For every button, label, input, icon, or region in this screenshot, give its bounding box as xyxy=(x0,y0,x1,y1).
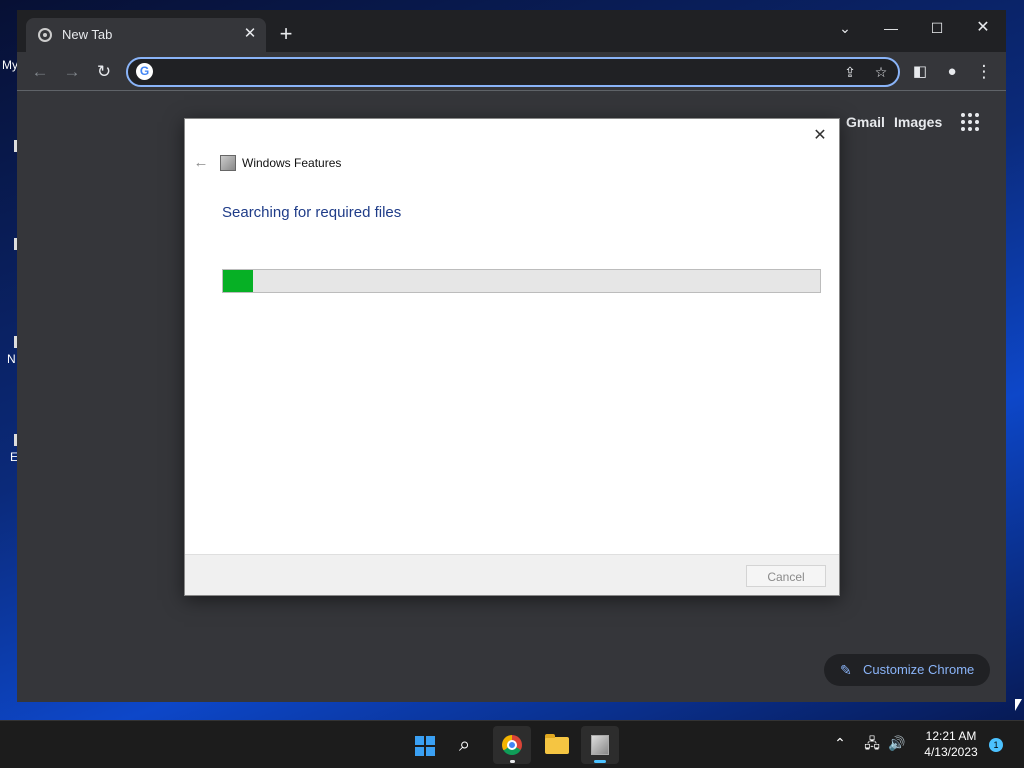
windows-features-dialog: ✕ ← Windows Features Searching for requi… xyxy=(184,118,840,596)
chrome-titlebar: New Tab ✕ + ⌄ — ☐ ✕ xyxy=(17,10,1006,52)
windows-features-icon xyxy=(220,155,236,171)
folder-icon xyxy=(545,734,569,754)
search-icon: ⌕ xyxy=(459,734,471,756)
windows-logo-icon xyxy=(415,736,435,756)
back-arrow-icon[interactable]: ← xyxy=(191,153,211,173)
desktop-icon-label[interactable]: My xyxy=(2,58,18,72)
dialog-heading: Searching for required files xyxy=(222,204,402,221)
progress-bar xyxy=(222,269,821,293)
chrome-favicon-icon xyxy=(38,28,52,42)
volume-icon[interactable]: 🔊 xyxy=(887,733,907,753)
maximize-button[interactable]: ☐ xyxy=(922,16,952,40)
more-menu-icon[interactable]: ⋮ xyxy=(972,60,996,84)
share-icon[interactable]: ⇪ xyxy=(840,62,860,82)
tab-title: New Tab xyxy=(62,27,113,42)
reload-button[interactable]: ↻ xyxy=(92,60,116,84)
taskbar-chrome[interactable] xyxy=(493,726,531,764)
profile-icon[interactable]: ● xyxy=(940,60,964,84)
running-indicator xyxy=(510,760,515,763)
clock[interactable]: 12:21 AM 4/13/2023 xyxy=(916,728,986,760)
close-window-button[interactable]: ✕ xyxy=(968,16,998,40)
bookmark-star-icon[interactable]: ☆ xyxy=(871,62,891,82)
taskbar: ⌕ ⌃ 🖧 🔊 12:21 AM 4/13/2023 1 xyxy=(0,720,1024,768)
search-button[interactable]: ⌕ xyxy=(449,726,487,764)
address-bar[interactable]: G ⇪ ☆ xyxy=(126,57,900,87)
pencil-icon: ✎ xyxy=(840,662,852,678)
back-button[interactable]: ← xyxy=(28,60,52,84)
cancel-button[interactable]: Cancel xyxy=(746,565,826,587)
active-indicator xyxy=(594,760,606,763)
tab-search-chevron-icon[interactable]: ⌄ xyxy=(830,16,860,40)
dialog-close-icon[interactable]: ✕ xyxy=(807,123,833,149)
new-tab-button[interactable]: + xyxy=(275,23,297,45)
start-button[interactable] xyxy=(405,726,443,764)
clock-date: 4/13/2023 xyxy=(924,745,978,759)
google-apps-icon[interactable] xyxy=(961,113,979,131)
customize-chrome-button[interactable]: ✎ Customize Chrome xyxy=(824,654,990,686)
taskbar-file-explorer[interactable] xyxy=(537,726,575,764)
progress-fill xyxy=(223,270,253,292)
taskbar-windows-features[interactable] xyxy=(581,726,619,764)
side-panel-icon[interactable]: ◧ xyxy=(908,60,932,84)
browser-toolbar: ← → ↻ G ⇪ ☆ ◧ ● ⋮ xyxy=(17,52,1006,91)
clock-time: 12:21 AM xyxy=(925,729,977,743)
google-icon: G xyxy=(136,63,153,80)
dialog-footer: Cancel xyxy=(185,554,839,595)
desktop-icon-label[interactable]: N xyxy=(7,352,16,366)
images-link[interactable]: Images xyxy=(894,114,942,130)
customize-chrome-label: Customize Chrome xyxy=(863,662,975,677)
chevron-up-icon[interactable]: ⌃ xyxy=(830,733,850,753)
windows-features-taskbar-icon xyxy=(591,735,609,755)
tab-close-icon[interactable]: ✕ xyxy=(240,24,260,44)
tab-new-tab[interactable]: New Tab ✕ xyxy=(26,18,266,52)
dialog-app-title: Windows Features xyxy=(242,156,342,170)
chrome-icon xyxy=(502,735,522,755)
network-icon[interactable]: 🖧 xyxy=(862,733,882,753)
mouse-cursor-icon xyxy=(1015,699,1022,711)
notification-badge[interactable]: 1 xyxy=(989,738,1003,752)
gmail-link[interactable]: Gmail xyxy=(846,114,885,130)
minimize-button[interactable]: — xyxy=(876,16,906,40)
address-input[interactable] xyxy=(162,62,816,84)
forward-button[interactable]: → xyxy=(60,60,84,84)
